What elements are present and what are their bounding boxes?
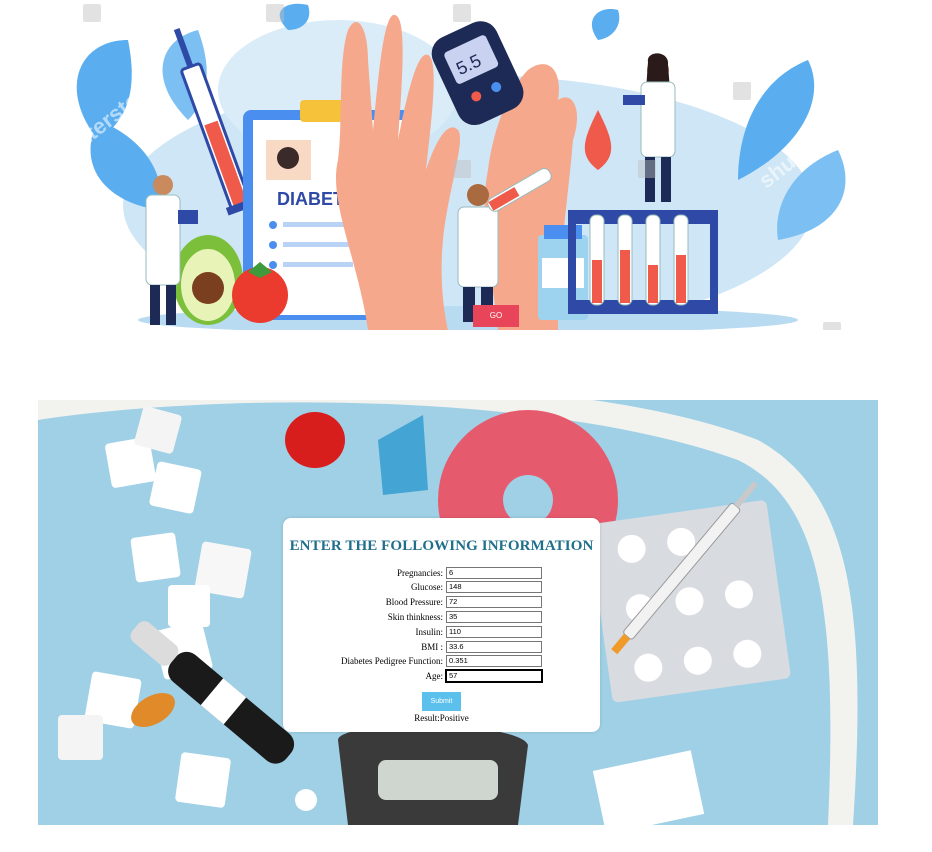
- field-blood-pressure: Blood Pressure:: [283, 596, 600, 610]
- pregnancies-input[interactable]: [446, 567, 542, 579]
- field-label: BMI :: [421, 642, 443, 652]
- watermark-icon: [823, 322, 841, 330]
- pedigree-input[interactable]: [446, 655, 542, 667]
- field-insulin: Insulin:: [283, 626, 600, 640]
- watermark-icon: [638, 160, 656, 178]
- field-label: Age:: [425, 671, 444, 681]
- hero-illustration: DIABETES 5.5 shutterstock shutterstock s…: [38, 0, 878, 330]
- watermark-icon: [266, 4, 284, 22]
- field-pedigree: Diabetes Pedigree Function:: [283, 655, 600, 669]
- skin-thickness-input[interactable]: [446, 611, 542, 623]
- field-age: Age:: [283, 669, 600, 684]
- watermark-icon: [733, 82, 751, 100]
- field-glucose: Glucose:: [283, 581, 600, 595]
- field-label: Blood Pressure:: [385, 597, 443, 607]
- go-button[interactable]: GO: [473, 305, 519, 327]
- field-label: Glucose:: [411, 582, 443, 592]
- field-label: Diabetes Pedigree Function:: [341, 656, 443, 666]
- bmi-input[interactable]: [446, 641, 542, 653]
- age-input[interactable]: [445, 669, 543, 683]
- submit-button[interactable]: Submit: [422, 692, 461, 711]
- field-label: Skin thinkness:: [387, 612, 443, 622]
- insulin-input[interactable]: [446, 626, 542, 638]
- field-pregnancies: Pregnancies:: [283, 567, 600, 581]
- field-skin-thickness: Skin thinkness:: [283, 611, 600, 625]
- watermark-icon: [83, 4, 101, 22]
- watermark-icon: [453, 160, 471, 178]
- result-text: Result:Positive: [414, 713, 469, 723]
- form-title: ENTER THE FOLLOWING INFORMATION: [289, 538, 594, 554]
- field-label: Insulin:: [415, 627, 443, 637]
- blood-pressure-input[interactable]: [446, 596, 542, 608]
- field-bmi: BMI :: [283, 641, 600, 655]
- prediction-form: ENTER THE FOLLOWING INFORMATION Pregnanc…: [283, 518, 600, 732]
- watermark-icon: [453, 4, 471, 22]
- glucose-input[interactable]: [446, 581, 542, 593]
- field-label: Pregnancies:: [397, 568, 443, 578]
